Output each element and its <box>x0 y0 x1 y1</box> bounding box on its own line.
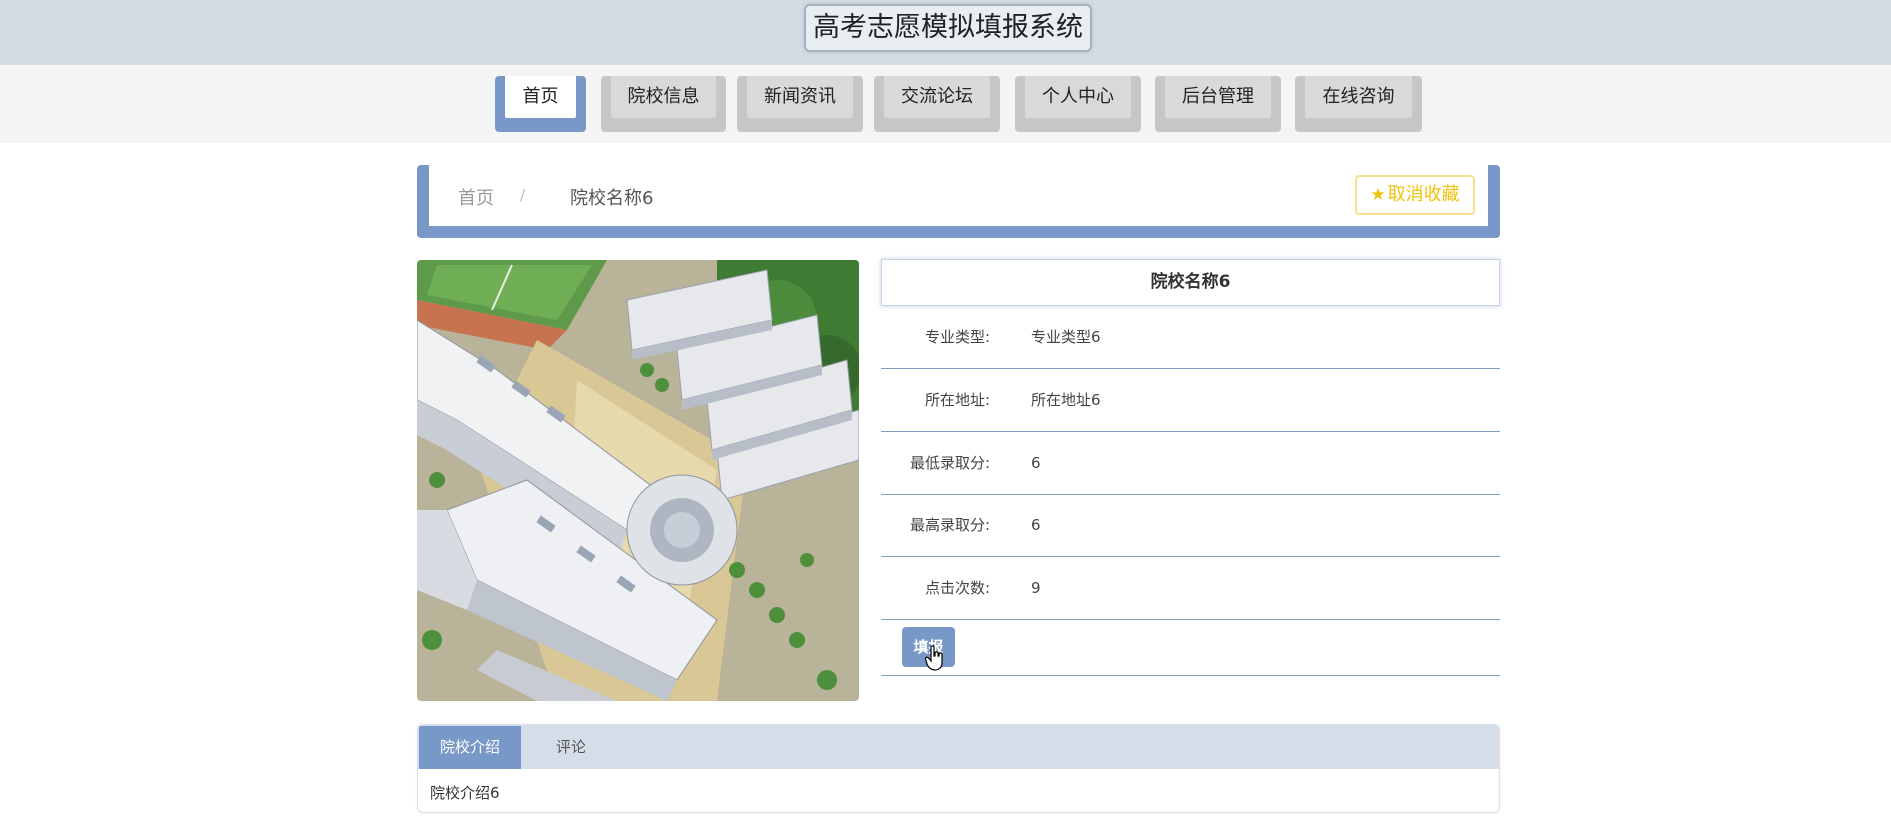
nav-item-school-info[interactable]: 院校信息 <box>601 76 726 132</box>
info-row-min-score: 最低录取分: 6 <box>881 432 1500 495</box>
action-row: 填报 <box>881 620 1500 676</box>
info-label: 点击次数: <box>924 579 990 597</box>
nav-item-label: 在线咨询 <box>1305 76 1412 118</box>
info-value: 专业类型6 <box>1031 328 1101 346</box>
info-label: 最高录取分: <box>909 516 990 534</box>
info-label: 专业类型: <box>924 328 990 346</box>
nav-item-forum[interactable]: 交流论坛 <box>874 76 1000 132</box>
school-image <box>417 260 859 701</box>
nav-item-label: 新闻资讯 <box>747 76 853 118</box>
breadcrumb-home-link[interactable]: 首页 <box>458 184 494 210</box>
star-icon: ★ <box>1370 185 1386 205</box>
site-title: 高考志愿模拟填报系统 <box>804 4 1092 52</box>
breadcrumb-current: 院校名称6 <box>570 188 654 209</box>
tab-school-intro[interactable]: 院校介绍 <box>419 726 521 769</box>
school-name-heading: 院校名称6 <box>881 259 1500 306</box>
nav-item-online-consult[interactable]: 在线咨询 <box>1295 76 1422 132</box>
info-value: 所在地址6 <box>1031 391 1101 409</box>
info-value: 9 <box>1031 579 1041 597</box>
info-label: 最低录取分: <box>909 454 990 472</box>
info-label: 所在地址: <box>924 391 990 409</box>
nav-item-label: 个人中心 <box>1025 76 1131 118</box>
info-row-click-count: 点击次数: 9 <box>881 557 1500 620</box>
breadcrumb-separator: / <box>520 186 526 204</box>
info-row-major-type: 专业类型: 专业类型6 <box>881 306 1500 369</box>
info-row-address: 所在地址: 所在地址6 <box>881 369 1500 432</box>
info-value: 6 <box>1031 516 1041 534</box>
nav-item-personal-center[interactable]: 个人中心 <box>1015 76 1141 132</box>
tab-comments[interactable]: 评论 <box>521 726 621 769</box>
nav-item-news[interactable]: 新闻资讯 <box>737 76 863 132</box>
info-row-max-score: 最高录取分: 6 <box>881 494 1500 557</box>
unfavorite-button[interactable]: ★ 取消收藏 <box>1355 175 1475 215</box>
nav-item-label: 后台管理 <box>1165 76 1271 118</box>
nav-item-home[interactable]: 首页 <box>495 76 586 132</box>
info-value: 6 <box>1031 454 1041 472</box>
nav-item-label: 院校信息 <box>611 76 716 118</box>
nav-item-admin[interactable]: 后台管理 <box>1155 76 1281 132</box>
nav-item-label: 首页 <box>505 76 576 118</box>
tabs-panel: 院校介绍 评论 院校介绍6 <box>417 724 1500 813</box>
unfavorite-label: 取消收藏 <box>1387 184 1460 205</box>
tab-content: 院校介绍6 <box>430 784 500 802</box>
nav-item-label: 交流论坛 <box>884 76 990 118</box>
hand-cursor-icon <box>925 645 943 671</box>
